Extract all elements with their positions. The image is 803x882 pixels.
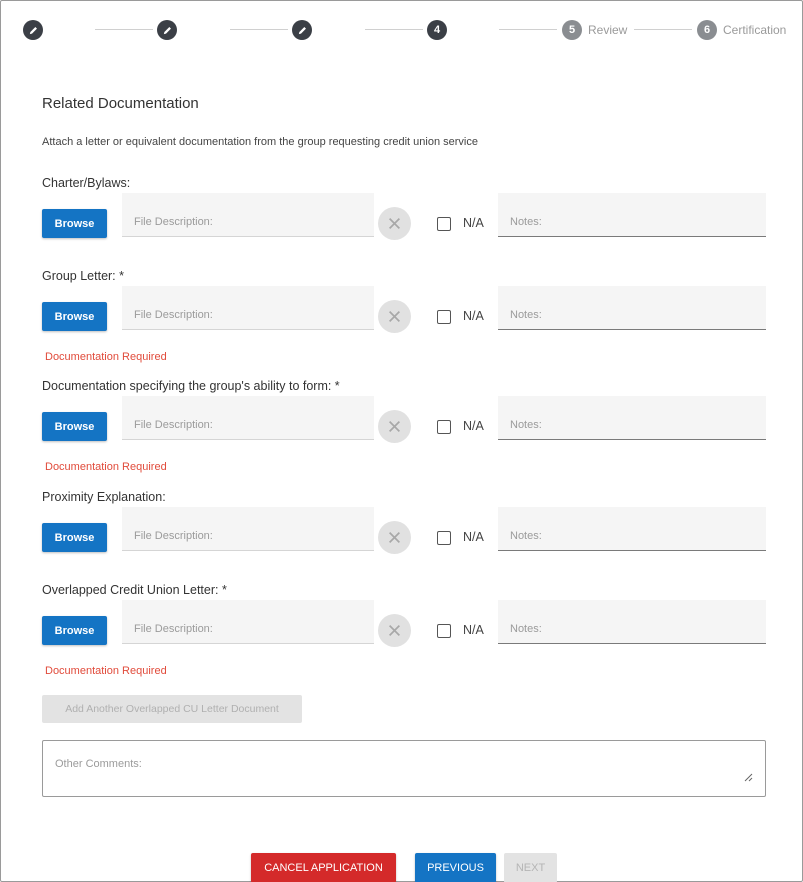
ability-to-form-file-description[interactable]: [122, 396, 374, 440]
overlapped-cu-letter-label: Overlapped Credit Union Letter: *: [42, 583, 227, 597]
step-label: Certification: [723, 23, 787, 37]
application-form: 4 5 Review 6 Certification Related Docum…: [0, 0, 803, 882]
ability-to-form-browse-button[interactable]: Browse: [42, 412, 107, 441]
step-connector: [365, 29, 423, 30]
group-letter-na-checkbox[interactable]: [437, 310, 451, 324]
step-number: 5: [562, 20, 582, 40]
group-letter-error: Documentation Required: [45, 351, 167, 363]
step-1[interactable]: [23, 19, 43, 41]
close-icon: [389, 625, 400, 636]
add-overlapped-cu-letter-button[interactable]: Add Another Overlapped CU Letter Documen…: [42, 695, 302, 723]
step-number: 4: [427, 20, 447, 40]
ability-to-form-notes-input[interactable]: [498, 396, 766, 440]
na-label: N/A: [463, 623, 484, 637]
next-button[interactable]: NEXT: [504, 853, 557, 882]
section-instruction: Attach a letter or equivalent documentat…: [42, 136, 478, 148]
overlapped-cu-letter-notes-input[interactable]: [498, 600, 766, 644]
step-connector: [230, 29, 288, 30]
overlapped-cu-letter-error: Documentation Required: [45, 665, 167, 677]
cancel-application-button[interactable]: CANCEL APPLICATION: [251, 853, 396, 882]
overlapped-cu-letter-browse-button[interactable]: Browse: [42, 616, 107, 645]
close-icon: [389, 532, 400, 543]
step-5: 5 Review: [562, 19, 627, 41]
na-label: N/A: [463, 419, 484, 433]
resize-handle-icon[interactable]: [743, 772, 753, 782]
ability-to-form-label: Documentation specifying the group's abi…: [42, 379, 340, 393]
close-icon: [389, 218, 400, 229]
overlapped-cu-letter-na-checkbox[interactable]: [437, 624, 451, 638]
ability-to-form-na-checkbox[interactable]: [437, 420, 451, 434]
group-letter-label: Group Letter: *: [42, 269, 124, 283]
step-connector: [95, 29, 153, 30]
group-letter-browse-button[interactable]: Browse: [42, 302, 107, 331]
overlapped-cu-letter-clear-button[interactable]: [378, 614, 411, 647]
overlapped-cu-letter-file-description[interactable]: [122, 600, 374, 644]
proximity-explanation-notes-input[interactable]: [498, 507, 766, 551]
proximity-explanation-file-description[interactable]: [122, 507, 374, 551]
step-6: 6 Certification: [697, 19, 786, 41]
step-connector: [499, 29, 557, 30]
other-comments-textarea[interactable]: [42, 740, 766, 797]
charter-bylaws-notes-input[interactable]: [498, 193, 766, 237]
na-label: N/A: [463, 216, 484, 230]
step-number: 6: [697, 20, 717, 40]
pencil-icon: [23, 20, 43, 40]
group-letter-notes-input[interactable]: [498, 286, 766, 330]
close-icon: [389, 311, 400, 322]
proximity-explanation-browse-button[interactable]: Browse: [42, 523, 107, 552]
step-label: Review: [588, 23, 628, 37]
pencil-icon: [292, 20, 312, 40]
charter-bylaws-browse-button[interactable]: Browse: [42, 209, 107, 238]
section-title: Related Documentation: [42, 95, 199, 112]
proximity-explanation-na-checkbox[interactable]: [437, 531, 451, 545]
step-3[interactable]: [292, 19, 312, 41]
progress-stepper: 4 5 Review 6 Certification: [1, 19, 803, 43]
proximity-explanation-label: Proximity Explanation:: [42, 490, 166, 504]
ability-to-form-clear-button[interactable]: [378, 410, 411, 443]
proximity-explanation-clear-button[interactable]: [378, 521, 411, 554]
charter-bylaws-clear-button[interactable]: [378, 207, 411, 240]
step-connector: [634, 29, 692, 30]
step-4: 4: [427, 19, 447, 41]
na-label: N/A: [463, 530, 484, 544]
close-icon: [389, 421, 400, 432]
step-2[interactable]: [157, 19, 177, 41]
charter-bylaws-file-description[interactable]: [122, 193, 374, 237]
previous-button[interactable]: PREVIOUS: [415, 853, 496, 882]
charter-bylaws-label: Charter/Bylaws:: [42, 176, 131, 190]
group-letter-clear-button[interactable]: [378, 300, 411, 333]
ability-to-form-error: Documentation Required: [45, 461, 167, 473]
na-label: N/A: [463, 309, 484, 323]
pencil-icon: [157, 20, 177, 40]
group-letter-file-description[interactable]: [122, 286, 374, 330]
charter-bylaws-na-checkbox[interactable]: [437, 217, 451, 231]
